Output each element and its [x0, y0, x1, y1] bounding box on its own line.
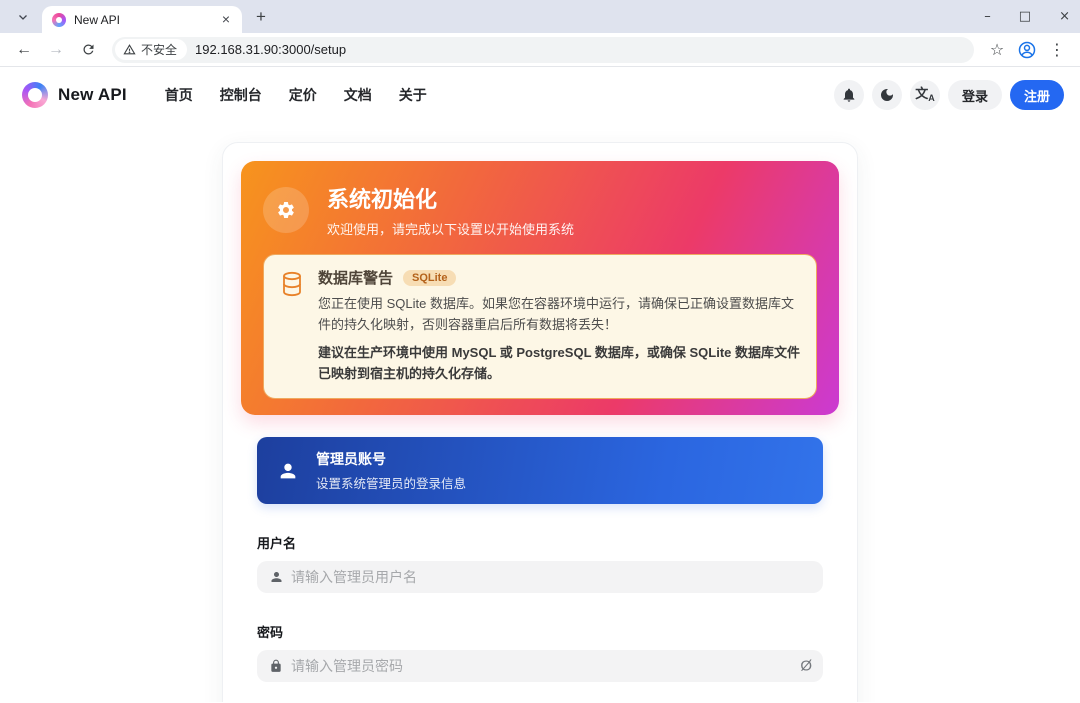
theme-toggle-button[interactable]	[872, 80, 902, 110]
warning-title-row: 数据库警告 SQLite	[318, 267, 800, 288]
new-api-favicon-icon	[52, 13, 66, 27]
password-field-group: 密码 Ø	[257, 622, 823, 682]
tab-close-icon[interactable]: ×	[218, 12, 234, 28]
setup-hero: 系统初始化 欢迎使用，请完成以下设置以开始使用系统 数据库警告 SQLite 您…	[241, 161, 839, 415]
browser-menu-icon[interactable]: ⋮	[1044, 37, 1070, 63]
notifications-button[interactable]	[834, 80, 864, 110]
sqlite-badge: SQLite	[403, 270, 456, 286]
nav-item-pricing[interactable]: 定价	[289, 85, 317, 105]
security-chip[interactable]: 不安全	[115, 39, 187, 60]
browser-toolbar: ← → 不安全 192.168.31.90:3000/setup ☆ ⋮	[0, 33, 1080, 67]
nav-item-home[interactable]: 首页	[165, 85, 193, 105]
person-icon	[277, 460, 299, 482]
nav-item-console[interactable]: 控制台	[220, 85, 262, 105]
security-label: 不安全	[141, 41, 177, 58]
language-button[interactable]: 文A	[910, 80, 940, 110]
chevron-down-icon	[17, 11, 29, 23]
gear-icon	[276, 200, 296, 220]
browser-tab-strip: New API × + – □ ×	[0, 0, 1080, 33]
username-input[interactable]	[257, 561, 823, 593]
user-icon	[269, 570, 284, 585]
warning-title: 数据库警告	[318, 267, 393, 288]
password-input-wrap: Ø	[257, 650, 823, 682]
admin-account-card: 管理员账号 设置系统管理员的登录信息	[257, 437, 823, 504]
page-title: 系统初始化	[327, 182, 574, 214]
window-controls: – □ ×	[984, 0, 1070, 33]
admin-card-title: 管理员账号	[316, 449, 466, 469]
database-icon-wrap	[280, 271, 304, 384]
main-nav: 首页 控制台 定价 文档 关于	[165, 85, 427, 105]
tab-search-button[interactable]	[8, 5, 38, 29]
admin-card-subtitle: 设置系统管理员的登录信息	[316, 473, 466, 492]
back-button[interactable]: ←	[10, 36, 38, 64]
warning-triangle-icon	[123, 43, 136, 56]
maximize-button[interactable]: □	[1019, 9, 1031, 24]
brand[interactable]: New API	[22, 82, 127, 108]
bell-icon	[841, 87, 857, 103]
tab-title: New API	[74, 13, 210, 27]
header-actions: 文A 登录 注册	[834, 80, 1064, 110]
admin-card-text: 管理员账号 设置系统管理员的登录信息	[316, 449, 466, 492]
url-text: 192.168.31.90:3000/setup	[195, 42, 346, 57]
eye-off-icon[interactable]: Ø	[800, 659, 812, 674]
site-header: New API 首页 控制台 定价 文档 关于 文A 登录 注册	[0, 67, 1080, 123]
admin-form-section: 管理员账号 设置系统管理员的登录信息 用户名 密码	[241, 437, 839, 702]
forward-button: →	[42, 36, 70, 64]
translate-icon: 文A	[915, 87, 935, 103]
password-label: 密码	[257, 622, 823, 641]
page-subtitle: 欢迎使用，请完成以下设置以开始使用系统	[327, 219, 574, 238]
password-input[interactable]	[257, 650, 823, 682]
warning-content: 数据库警告 SQLite 您正在使用 SQLite 数据库。如果您在容器环境中运…	[318, 267, 800, 384]
hero-text: 系统初始化 欢迎使用，请完成以下设置以开始使用系统	[327, 182, 574, 238]
username-field-group: 用户名	[257, 533, 823, 593]
avatar-icon	[1017, 40, 1037, 60]
brand-name: New API	[58, 85, 127, 105]
minimize-button[interactable]: –	[984, 9, 991, 24]
page-content: 系统初始化 欢迎使用，请完成以下设置以开始使用系统 数据库警告 SQLite 您…	[0, 123, 1080, 702]
browser-tab[interactable]: New API ×	[42, 6, 242, 33]
reload-icon	[81, 42, 96, 57]
login-button[interactable]: 登录	[948, 80, 1002, 110]
address-bar[interactable]: 不安全 192.168.31.90:3000/setup	[112, 37, 974, 63]
reload-button[interactable]	[74, 36, 102, 64]
nav-item-about[interactable]: 关于	[399, 85, 427, 105]
setup-card: 系统初始化 欢迎使用，请完成以下设置以开始使用系统 数据库警告 SQLite 您…	[222, 142, 858, 702]
lock-icon	[269, 659, 283, 673]
moon-icon	[879, 87, 895, 103]
window-close-button[interactable]: ×	[1059, 9, 1070, 24]
bookmark-star-icon[interactable]: ☆	[984, 37, 1010, 63]
gear-icon-wrap	[263, 187, 309, 233]
database-icon	[280, 271, 304, 297]
hero-header: 系统初始化 欢迎使用，请完成以下设置以开始使用系统	[263, 182, 817, 238]
profile-avatar-icon[interactable]	[1014, 37, 1040, 63]
register-button[interactable]: 注册	[1010, 80, 1064, 110]
database-warning-box: 数据库警告 SQLite 您正在使用 SQLite 数据库。如果您在容器环境中运…	[263, 254, 817, 399]
username-input-wrap	[257, 561, 823, 593]
username-label: 用户名	[257, 533, 823, 552]
new-tab-button[interactable]: +	[248, 4, 274, 30]
new-api-logo-icon	[22, 82, 48, 108]
nav-item-docs[interactable]: 文档	[344, 85, 372, 105]
warning-text-2: 建议在生产环境中使用 MySQL 或 PostgreSQL 数据库，或确保 SQ…	[318, 342, 800, 384]
warning-text-1: 您正在使用 SQLite 数据库。如果您在容器环境中运行，请确保已正确设置数据库…	[318, 293, 800, 335]
